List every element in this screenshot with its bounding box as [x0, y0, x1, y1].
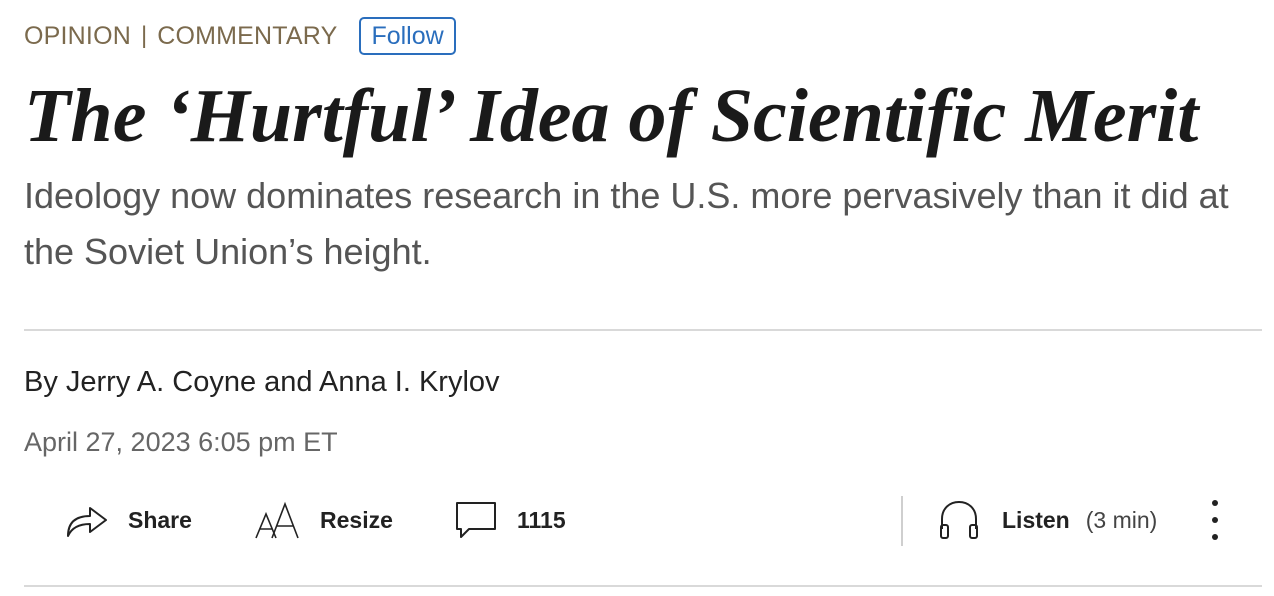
headphones-icon	[938, 499, 980, 541]
article-dateline: April 27, 2023 6:05 pm ET	[24, 427, 338, 457]
resize-label: Resize	[320, 506, 393, 533]
share-arrow-icon	[64, 500, 110, 540]
listen-button[interactable]: Listen (3 min)	[938, 490, 1157, 550]
comments-button[interactable]: 1115	[455, 490, 566, 550]
section-link-commentary[interactable]: COMMENTARY	[157, 22, 337, 51]
section-separator: |	[140, 22, 148, 49]
divider-top	[24, 329, 1262, 331]
toolbar-divider	[901, 496, 903, 546]
comment-bubble-icon	[455, 499, 499, 541]
section-header: OPINION | COMMENTARY Follow	[24, 16, 456, 56]
article-headline: The ‘Hurtful’ Idea of Scientific Merit	[24, 74, 1199, 158]
listen-label: Listen	[1002, 506, 1070, 533]
article-dek: Ideology now dominates research in the U…	[24, 175, 1229, 272]
divider-bottom	[24, 585, 1262, 587]
listen-duration: (3 min)	[1085, 506, 1158, 533]
more-vertical-icon	[1212, 500, 1218, 540]
share-button[interactable]: Share	[64, 490, 192, 550]
comments-count: 1115	[517, 506, 566, 533]
share-label: Share	[128, 506, 192, 533]
section-link-opinion[interactable]: OPINION	[24, 22, 131, 51]
text-resize-icon	[254, 498, 302, 542]
resize-button[interactable]: Resize	[254, 490, 393, 550]
follow-button[interactable]: Follow	[359, 17, 456, 55]
article-toolbar: Share Resize 1115 Listen (3 min)	[0, 490, 1274, 550]
more-options-button[interactable]	[1200, 490, 1230, 550]
article-byline[interactable]: By Jerry A. Coyne and Anna I. Krylov	[24, 362, 500, 402]
